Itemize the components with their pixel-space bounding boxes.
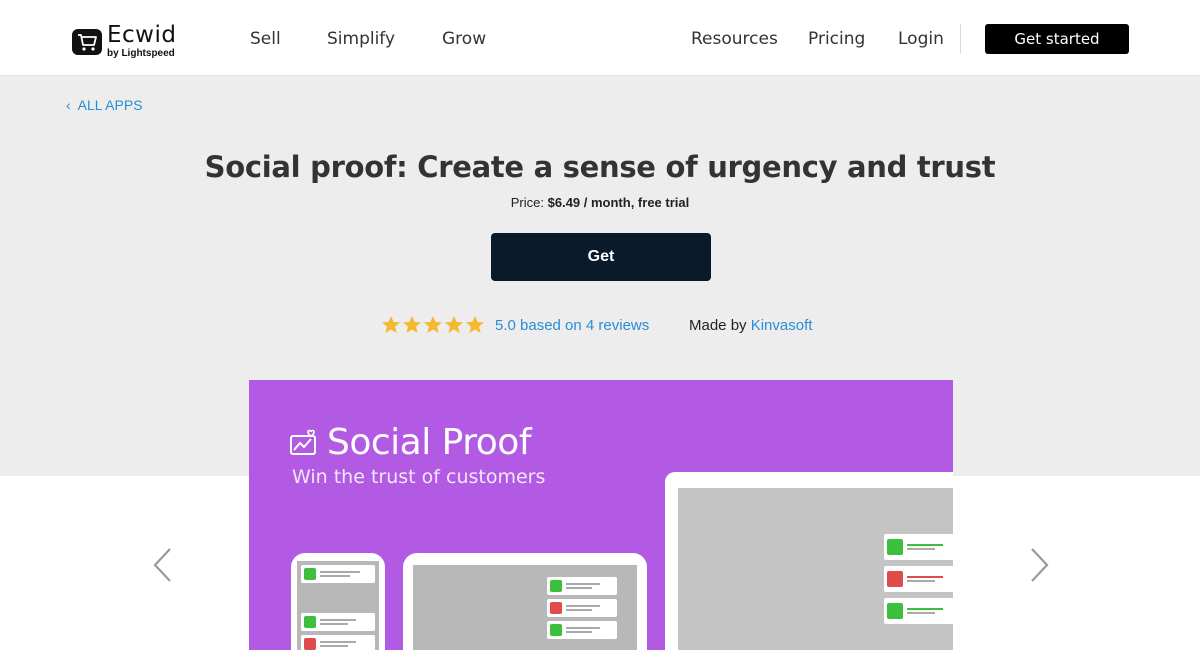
- made-by-label: Made by: [689, 317, 747, 334]
- phone-mockup: [291, 553, 385, 650]
- star-icon: [403, 316, 421, 333]
- star-icon: [445, 316, 463, 333]
- notification-popup: [547, 577, 617, 595]
- nav-resources[interactable]: Resources: [691, 29, 778, 49]
- brand-subtitle: by Lightspeed: [107, 48, 175, 59]
- rating: 5.0 based on 4 reviews: [381, 315, 649, 335]
- nav-pricing[interactable]: Pricing: [808, 29, 865, 49]
- notification-popup: [301, 613, 375, 631]
- all-apps-label: ALL APPS: [77, 97, 143, 113]
- gallery-prev-button[interactable]: [150, 545, 174, 585]
- screenshot-slide[interactable]: Social Proof Win the trust of customers: [249, 380, 953, 650]
- star-icon: [466, 316, 484, 333]
- reviews-link[interactable]: 5.0 based on 4 reviews: [495, 317, 649, 334]
- notification-popup: [301, 565, 375, 583]
- rating-stars: [381, 315, 486, 335]
- price-value: $6.49 / month, free trial: [547, 195, 690, 210]
- get-app-button[interactable]: Get: [491, 233, 711, 281]
- all-apps-link[interactable]: ‹ ALL APPS: [66, 97, 143, 113]
- chart-heart-icon: [290, 429, 316, 455]
- star-icon: [382, 316, 400, 333]
- notification-popup: [547, 599, 617, 617]
- nav-divider: [960, 24, 961, 54]
- cart-logo-icon: [72, 28, 102, 55]
- slide-title: Social Proof: [327, 422, 532, 463]
- tablet-mockup: [403, 553, 647, 650]
- gallery-next-button[interactable]: [1028, 545, 1052, 585]
- get-started-button[interactable]: Get started: [985, 24, 1129, 54]
- notification-popup: [884, 534, 953, 560]
- nav-grow[interactable]: Grow: [442, 29, 486, 49]
- nav-sell[interactable]: Sell: [250, 29, 281, 49]
- made-by: Made by Kinvasoft: [689, 317, 812, 334]
- slide-subtitle: Win the trust of customers: [292, 466, 546, 488]
- chevron-right-icon: [1031, 548, 1049, 582]
- nav-login[interactable]: Login: [898, 29, 944, 49]
- vendor-link[interactable]: Kinvasoft: [751, 317, 813, 334]
- star-icon: [424, 316, 442, 333]
- price-line: Price: $6.49 / month, free trial: [0, 195, 1200, 210]
- app-title: Social proof: Create a sense of urgency …: [204, 150, 996, 184]
- site-header: Ecwid by Lightspeed Sell Simplify Grow R…: [0, 0, 1200, 76]
- ecwid-logo[interactable]: Ecwid by Lightspeed: [72, 24, 176, 59]
- chevron-left-icon: [153, 548, 171, 582]
- notification-popup: [884, 598, 953, 624]
- price-label: Price:: [510, 195, 544, 210]
- brand-name: Ecwid: [107, 22, 177, 48]
- nav-simplify[interactable]: Simplify: [327, 29, 395, 49]
- laptop-mockup: [665, 472, 953, 650]
- notification-popup: [301, 635, 375, 650]
- notification-popup: [547, 621, 617, 639]
- notification-popup: [884, 566, 953, 592]
- chevron-left-icon: ‹: [66, 97, 71, 113]
